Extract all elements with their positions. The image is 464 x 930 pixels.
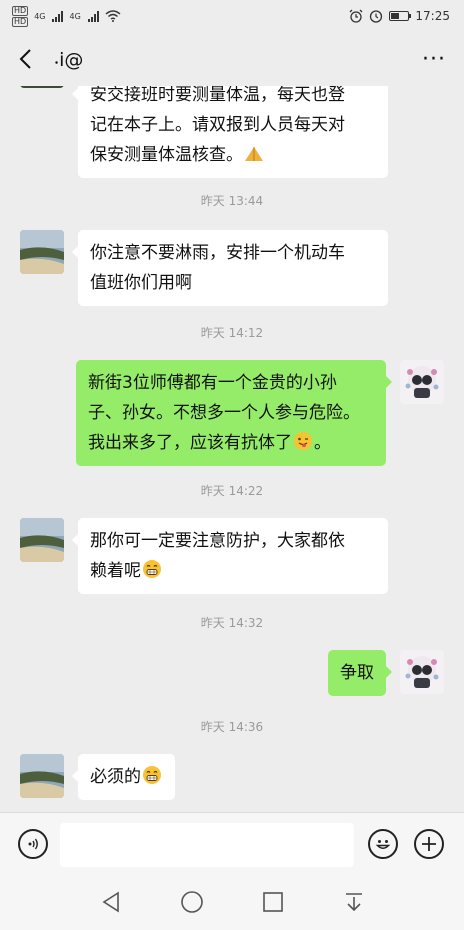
grin-emoji-icon	[143, 560, 161, 578]
timestamp: 昨天 14:12	[200, 326, 264, 340]
message-bubble[interactable]: 安交接班时要测量体温，每天也登 记在本子上。请双报到人员每天对 保安测量体温核查…	[72, 86, 388, 178]
message-input[interactable]	[60, 823, 354, 867]
timestamp: 昨天 14:22	[200, 484, 264, 498]
chat-header: ⸳i@ ···	[0, 32, 464, 86]
message-line: 那你可一定要注意防护，大家都依	[90, 531, 345, 551]
message-row: 必须的	[0, 754, 464, 800]
wink-tongue-emoji-icon	[294, 432, 312, 450]
status-left: HD HD 4G 4G	[12, 5, 121, 27]
message-row: 安交接班时要测量体温，每天也登 记在本子上。请双报到人员每天对 保安测量体温核查…	[0, 86, 464, 178]
timestamp: 昨天 13:44	[200, 194, 264, 208]
avatar[interactable]	[20, 86, 64, 88]
input-bar	[0, 812, 464, 874]
battery-icon	[389, 11, 412, 21]
message-line: 记在本子上。请双报到人员每天对	[90, 115, 345, 135]
avatar[interactable]	[20, 230, 64, 274]
message-bubble[interactable]: 新街3位师傅都有一个金贵的小孙 子、孙女。不想多一个人参与危险。 我出来多了，应…	[76, 360, 392, 466]
alarm-icon	[349, 9, 363, 23]
avatar[interactable]	[20, 518, 64, 562]
message-bubble[interactable]: 必须的	[72, 754, 175, 800]
status-time: 17:25	[415, 9, 450, 23]
chat-title: ⸳i@	[54, 49, 84, 71]
emoji-icon[interactable]	[368, 829, 398, 859]
message-line: 赖着呢	[90, 561, 141, 581]
status-bar: HD HD 4G 4G 17:25	[0, 0, 464, 32]
message-line-with-emoji: 保安测量体温核查。	[90, 140, 376, 170]
message-line-with-emoji: 我出来多了，应该有抗体了 。	[88, 428, 374, 458]
message-list[interactable]: 安交接班时要测量体温，每天也登 记在本子上。请双报到人员每天对 保安测量体温核查…	[0, 86, 464, 812]
pull-down-icon[interactable]	[339, 887, 369, 917]
timestamp: 昨天 14:32	[200, 616, 264, 630]
message-line: 你注意不要淋雨，安排一个机动车	[90, 243, 345, 263]
timestamp: 昨天 14:36	[200, 720, 264, 734]
more-icon[interactable]: ···	[422, 47, 446, 72]
square-recent-icon[interactable]	[258, 887, 288, 917]
signal-icon	[52, 10, 64, 22]
network-label: 4G	[69, 11, 81, 21]
message-punct: 。	[314, 433, 331, 453]
network-label: 4G	[34, 11, 46, 21]
message-bubble[interactable]: 那你可一定要注意防护，大家都依 赖着呢	[72, 518, 388, 594]
message-bubble[interactable]: 你注意不要淋雨，安排一个机动车 值班你们用啊	[72, 230, 388, 306]
message-line: 值班你们用啊	[90, 273, 192, 293]
signal-icon	[87, 10, 99, 22]
avatar[interactable]	[400, 360, 444, 404]
message-line-with-emoji: 赖着呢	[90, 556, 376, 586]
message-line-with-emoji: 必须的	[90, 762, 163, 792]
message-row: 你注意不要淋雨，安排一个机动车 值班你们用啊	[0, 230, 464, 306]
voice-icon[interactable]	[18, 829, 48, 859]
hd-badge: HD	[12, 5, 29, 16]
message-line: 新街3位师傅都有一个金贵的小孙	[88, 373, 337, 393]
message-row: 争取	[0, 650, 464, 696]
message-line: 安交接班时要测量体温，每天也登	[90, 86, 345, 105]
circle-home-icon[interactable]	[177, 887, 207, 917]
message-row: 新街3位师傅都有一个金贵的小孙 子、孙女。不想多一个人参与危险。 我出来多了，应…	[0, 360, 464, 466]
triangle-back-icon[interactable]	[96, 887, 126, 917]
message-line: 子、孙女。不想多一个人参与危险。	[88, 403, 360, 423]
avatar[interactable]	[20, 754, 64, 798]
system-nav-bar	[0, 874, 464, 930]
hd-indicators: HD HD	[12, 5, 29, 27]
alarm-clock-icon	[370, 10, 383, 23]
message-line: 保安测量体温核查。	[90, 145, 243, 165]
message-line: 我出来多了，应该有抗体了	[88, 433, 292, 453]
wifi-icon	[105, 10, 121, 22]
hd-badge: HD	[12, 16, 29, 27]
grin-emoji-icon	[143, 766, 161, 784]
prayer-emoji-icon	[245, 147, 263, 161]
status-right: 17:25	[349, 9, 450, 23]
message-bubble[interactable]: 争取	[328, 650, 392, 696]
message-row: 那你可一定要注意防护，大家都依 赖着呢	[0, 518, 464, 594]
message-line: 争取	[340, 663, 374, 683]
avatar[interactable]	[400, 650, 444, 694]
chevron-left-icon[interactable]	[18, 44, 48, 74]
plus-icon[interactable]	[414, 829, 444, 859]
message-line: 必须的	[90, 767, 141, 787]
